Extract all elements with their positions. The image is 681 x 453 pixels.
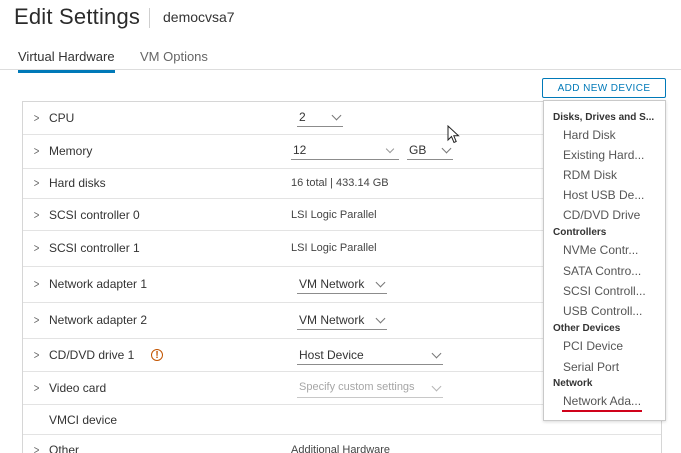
video-label: Video card (49, 381, 107, 395)
row-other[interactable]: > Other Additional Hardware (23, 435, 661, 453)
net1-select[interactable]: VM Network (297, 276, 387, 294)
menu-item-rdm-disk[interactable]: RDM Disk (563, 168, 659, 182)
menu-item-usb-controller[interactable]: USB Controll... (563, 304, 659, 318)
video-select: Specify custom settings (297, 380, 443, 398)
net2-select[interactable]: VM Network (297, 312, 387, 330)
tab-vm-options[interactable]: VM Options (140, 49, 208, 70)
chevron-right-icon[interactable]: > (34, 348, 40, 362)
menu-item-scsi-controller[interactable]: SCSI Controll... (563, 284, 659, 298)
menu-item-serial-port[interactable]: Serial Port (563, 360, 659, 374)
menu-header-disks: Disks, Drives and S... (553, 112, 655, 123)
chevron-down-icon (331, 110, 342, 121)
tabs-divider (0, 69, 681, 70)
chevron-right-icon[interactable]: > (34, 176, 40, 190)
menu-item-sata-controller[interactable]: SATA Contro... (563, 264, 659, 278)
other-label: Other (49, 443, 80, 453)
title-divider (149, 8, 150, 28)
scsi1-label: SCSI controller 1 (49, 241, 140, 255)
mouse-cursor-icon (447, 125, 460, 144)
vmci-label: VMCI device (49, 413, 118, 427)
tab-bar: Virtual Hardware VM Options (0, 44, 681, 73)
menu-item-host-usb-device[interactable]: Host USB De... (563, 188, 659, 202)
warning-icon: ! (151, 349, 163, 361)
chevron-down-icon (375, 313, 386, 324)
chevron-right-icon[interactable]: > (34, 443, 40, 453)
memory-input[interactable]: 12 (291, 142, 399, 160)
chevron-down-icon (441, 143, 452, 154)
edit-settings-window: Edit Settings democvsa7 Virtual Hardware… (0, 0, 681, 453)
highlight-underline (562, 410, 642, 412)
cpu-select[interactable]: 2 (297, 109, 343, 127)
page-title: Edit Settings (14, 4, 141, 29)
menu-item-cd-dvd-drive[interactable]: CD/DVD Drive (563, 208, 659, 222)
chevron-down-icon (375, 277, 386, 288)
chevron-down-icon (431, 348, 442, 359)
menu-header-controllers: Controllers (553, 227, 607, 238)
scsi0-value: LSI Logic Parallel (291, 209, 377, 221)
net1-label: Network adapter 1 (49, 277, 148, 291)
chevron-right-icon[interactable]: > (34, 313, 40, 327)
menu-item-pci-device[interactable]: PCI Device (563, 339, 659, 353)
chevron-right-icon[interactable]: > (34, 381, 40, 395)
hard-disks-value: 16 total | 433.14 GB (291, 177, 389, 189)
menu-item-nvme-controller[interactable]: NVMe Contr... (563, 243, 659, 257)
vm-name: democvsa7 (163, 9, 235, 25)
scsi0-label: SCSI controller 0 (49, 208, 140, 222)
cpu-label: CPU (49, 111, 75, 125)
menu-item-network-adapter[interactable]: Network Ada... (563, 394, 659, 408)
net2-label: Network adapter 2 (49, 313, 148, 327)
chevron-right-icon[interactable]: > (34, 111, 40, 125)
dialog-header: Edit Settings democvsa7 (0, 0, 681, 38)
menu-header-other-devices: Other Devices (553, 323, 621, 334)
memory-label: Memory (49, 144, 93, 158)
chevron-down-icon (431, 381, 442, 392)
other-value: Additional Hardware (291, 444, 391, 453)
cdrom-select[interactable]: Host Device (297, 347, 443, 365)
menu-item-existing-hard-disk[interactable]: Existing Hard... (563, 148, 659, 162)
chevron-right-icon[interactable]: > (34, 208, 40, 222)
chevron-right-icon[interactable]: > (34, 277, 40, 291)
cdrom-label: CD/DVD drive 1 (49, 348, 135, 362)
add-new-device-button[interactable]: ADD NEW DEVICE (542, 78, 666, 98)
menu-item-hard-disk[interactable]: Hard Disk (563, 128, 659, 142)
menu-header-network: Network (553, 378, 593, 389)
chevron-right-icon[interactable]: > (34, 144, 40, 158)
chevron-right-icon[interactable]: > (34, 241, 40, 255)
scsi1-value: LSI Logic Parallel (291, 242, 377, 254)
hard-disks-label: Hard disks (49, 176, 106, 190)
add-device-menu: Disks, Drives and S... Hard Disk Existin… (543, 100, 666, 421)
